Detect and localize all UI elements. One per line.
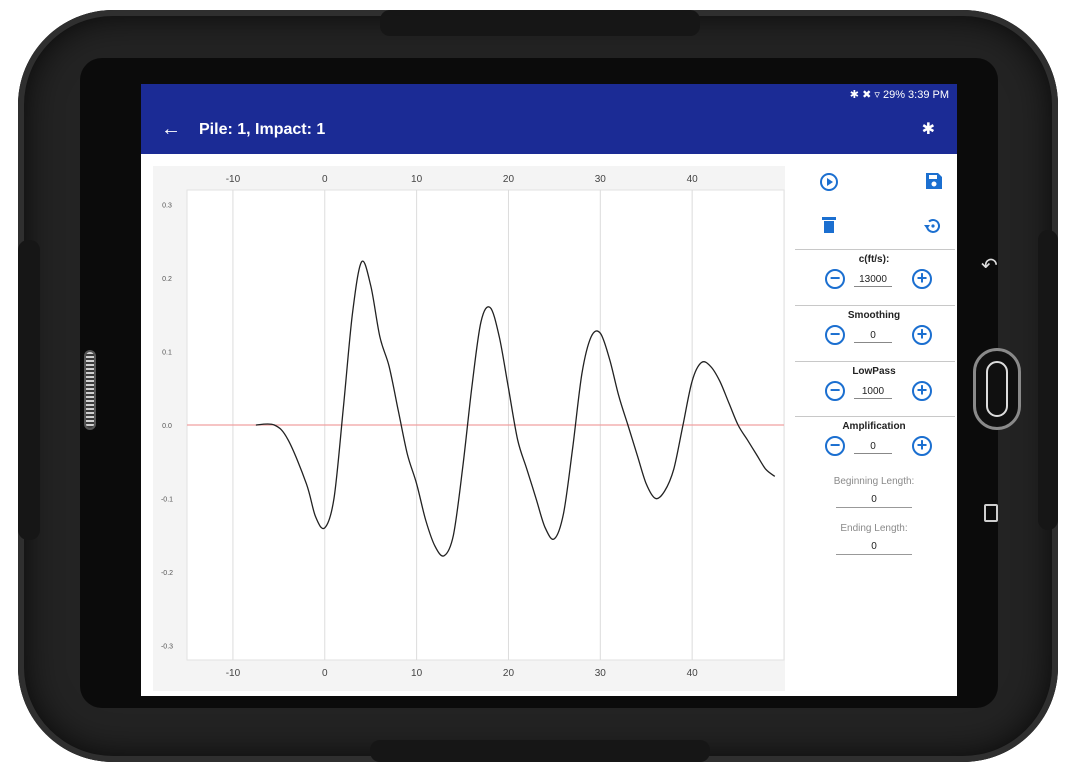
x-tick-label-top: 0	[322, 174, 328, 185]
smoothing-value[interactable]: 0	[854, 330, 892, 343]
c-label: c(ft/s):	[858, 254, 890, 265]
top-bumper	[380, 10, 700, 36]
y-tick-label: -0.1	[161, 496, 173, 503]
bluetooth-status-icon: ✱	[849, 89, 860, 101]
bluetooth-icon[interactable]: ✱	[922, 118, 935, 142]
separator	[795, 416, 955, 417]
wifi-icon: ▿	[874, 89, 880, 101]
y-tick-label: 0.3	[162, 203, 172, 210]
x-tick-label-top: 10	[411, 174, 423, 185]
x-tick-label-top: 30	[595, 174, 607, 185]
app-bar: ← Pile: 1, Impact: 1 ✱	[141, 106, 957, 154]
x-tick-label-bottom: 30	[595, 668, 607, 679]
c-value[interactable]: 13000	[854, 274, 892, 287]
smoothing-plus-button[interactable]: +	[912, 325, 932, 345]
mute-icon: ✖	[862, 89, 872, 101]
lowpass-plus-button[interactable]: +	[912, 381, 932, 401]
bottom-bumper	[370, 740, 710, 762]
x-tick-label-top: -10	[226, 174, 241, 185]
home-button-icon[interactable]	[973, 348, 1021, 430]
arrow-back-icon[interactable]: ←	[161, 117, 181, 141]
restore-icon[interactable]	[923, 216, 943, 236]
lowpass-value[interactable]: 1000	[854, 386, 892, 399]
c-minus-button[interactable]: −	[825, 269, 845, 289]
trash-icon[interactable]	[821, 216, 837, 234]
y-tick-label: 0.1	[162, 350, 172, 357]
separator	[795, 249, 955, 250]
smoothing-minus-button[interactable]: −	[825, 325, 845, 345]
amplification-label: Amplification	[842, 421, 906, 432]
status-text: 29% 3:39 PM	[882, 89, 949, 101]
nav-back-icon[interactable]: ↶	[981, 255, 1001, 277]
y-tick-label: 0.2	[162, 276, 172, 283]
beginning-length-label: Beginning Length:	[833, 476, 915, 487]
right-bumper	[1038, 230, 1058, 530]
c-plus-button[interactable]: +	[912, 269, 932, 289]
ending-length-label: Ending Length:	[840, 523, 908, 534]
smoothing-label: Smoothing	[847, 310, 901, 321]
save-icon[interactable]	[925, 172, 943, 190]
x-tick-label-top: 40	[687, 174, 699, 185]
x-tick-label-bottom: 0	[322, 668, 328, 679]
lowpass-minus-button[interactable]: −	[825, 381, 845, 401]
play-circle-icon[interactable]	[819, 172, 839, 192]
x-tick-label-bottom: 20	[503, 668, 515, 679]
y-tick-label: -0.3	[161, 643, 173, 650]
y-tick-label: -0.2	[161, 570, 173, 577]
recents-icon[interactable]	[984, 504, 998, 522]
x-tick-label-bottom: 10	[411, 668, 423, 679]
beginning-length-input[interactable]: 0	[836, 494, 912, 508]
lowpass-label: LowPass	[852, 366, 896, 377]
speaker-grille	[84, 350, 96, 430]
status-bar: ✱ ✖ ▿ 29% 3:39 PM	[141, 84, 957, 106]
x-tick-label-bottom: -10	[226, 668, 241, 679]
separator	[795, 305, 955, 306]
amplification-plus-button[interactable]: +	[912, 436, 932, 456]
left-bumper	[18, 240, 40, 540]
separator	[795, 361, 955, 362]
amplification-minus-button[interactable]: −	[825, 436, 845, 456]
amplification-value[interactable]: 0	[854, 441, 892, 454]
page-title: Pile: 1, Impact: 1	[199, 121, 326, 138]
y-tick-label: 0.0	[162, 423, 172, 430]
waveform-chart: -10 0 10 20 30 40 -10 0 10 20 30 40 0.3 0.2 0.1 0.0 -0…	[153, 166, 785, 691]
app-screen: ✱ ✖ ▿ 29% 3:39 PM ← Pile: 1, Impact: 1 ✱…	[141, 84, 957, 696]
ending-length-input[interactable]: 0	[836, 541, 912, 555]
control-panel: c(ft/s): − 13000 + Smoothing − 0 + LowPa…	[791, 154, 957, 696]
x-tick-label-top: 20	[503, 174, 515, 185]
x-tick-label-bottom: 40	[687, 668, 699, 679]
